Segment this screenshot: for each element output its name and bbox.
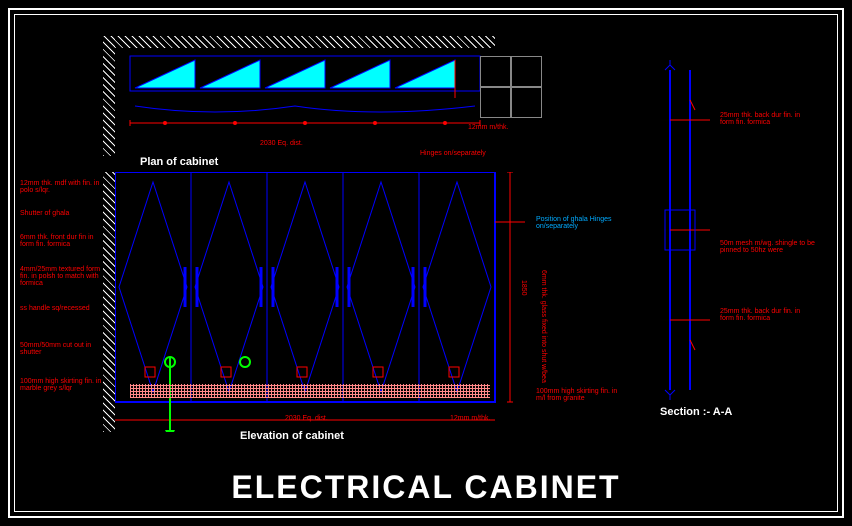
skirting-hatch bbox=[130, 384, 490, 398]
grid-tile-2 bbox=[510, 56, 542, 88]
vert-note: 6mm thk. glass fixed into shut w/bea bbox=[540, 270, 547, 383]
note-l3: 6mm thk. front dur fin in form fin. form… bbox=[20, 234, 100, 248]
grid-tile-1 bbox=[480, 56, 512, 88]
elevation-label: Elevation of cabinet bbox=[240, 430, 344, 442]
note-re1: Position of ghala Hinges on/separately bbox=[536, 216, 616, 230]
dim-h: 1850 bbox=[520, 280, 527, 296]
wall-hatch-left bbox=[103, 36, 115, 156]
note-l6: 50mm/50mm cut out in shutter bbox=[20, 342, 100, 356]
note-l1: 12mm thk. mdf with fin. in polo s/lqr. bbox=[20, 180, 100, 194]
wall-hatch-top bbox=[115, 36, 495, 48]
note-l4: 4mm/25mm textured form fin. in polsh to … bbox=[20, 266, 105, 287]
note-l5: ss handle sq/recessed bbox=[20, 305, 90, 312]
note-s1: 25mm thk. back dur fin. in form fin. for… bbox=[720, 112, 815, 126]
note-plan-r2: Hinges on/separately bbox=[420, 150, 486, 157]
dim-elev: 2030 Eq. dist. bbox=[285, 415, 328, 422]
grid-tile-4 bbox=[510, 86, 542, 118]
note-re2: 100mm high skirting fin. in m/l from gra… bbox=[536, 388, 626, 402]
note-l2: Shutter of ghala bbox=[20, 210, 69, 217]
section-label: Section :- A-A bbox=[660, 406, 732, 418]
note-re3: 12mm m/thk. bbox=[450, 415, 490, 422]
note-s3: 25mm thk. back dur fin. in form fin. for… bbox=[720, 308, 815, 322]
dim-plan: 2030 Eq. dist. bbox=[260, 140, 303, 147]
plan-label: Plan of cabinet bbox=[140, 156, 218, 168]
note-plan-r1: 12mm m/thk. bbox=[468, 124, 508, 131]
note-s2: 50m mesh m/wg. shingle to be pinned to 5… bbox=[720, 240, 820, 254]
grid-tile-3 bbox=[480, 86, 512, 118]
wall-hatch-elev bbox=[103, 172, 115, 432]
note-l7: 100mm high skirting fin. in marble grey … bbox=[20, 378, 105, 392]
main-title: ELECTRICAL CABINET bbox=[0, 469, 852, 506]
plan-svg bbox=[115, 48, 515, 148]
